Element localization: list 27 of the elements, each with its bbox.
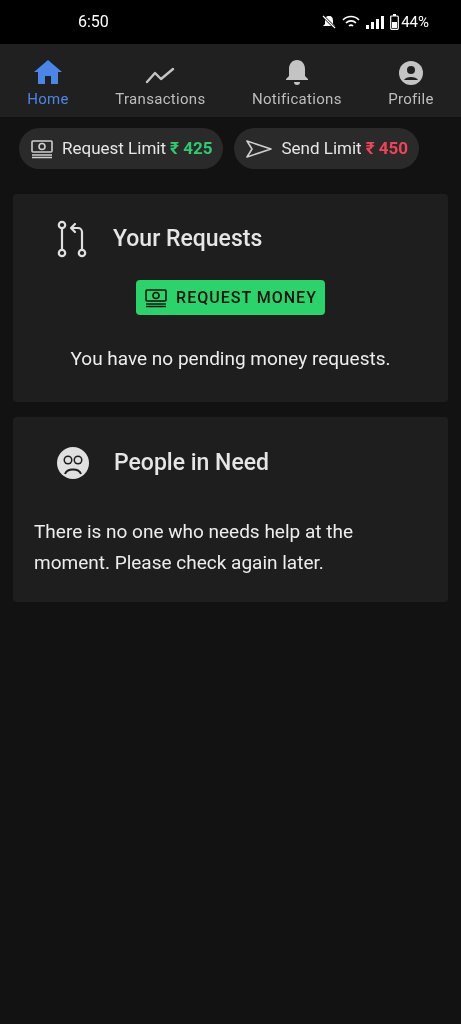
card-title: People in Need: [114, 447, 270, 478]
battery-icon: [390, 14, 400, 30]
status-time: 6:50: [78, 11, 109, 33]
card-title: Your Requests: [113, 223, 263, 254]
bell-icon: [284, 58, 309, 86]
line-chart-icon: [145, 66, 176, 86]
limit-amount: ₹ 425: [170, 136, 213, 160]
profile-icon: [397, 60, 424, 86]
nav-tab[interactable]: Home: [23, 50, 73, 111]
request-money-button[interactable]: REQUEST MONEY: [136, 280, 325, 315]
home-icon: [33, 58, 64, 86]
nav-tab[interactable]: Transactions: [111, 50, 210, 111]
battery-level: 44%: [401, 11, 429, 33]
send-icon: [245, 138, 274, 159]
signal-icon: [366, 15, 385, 29]
empty-message: You have no pending money requests.: [70, 346, 391, 372]
empty-message: There is no one who needs help at the moment. Please check again later.: [33, 519, 354, 576]
wifi-icon: [342, 15, 361, 29]
limit-label: Request Limit: [62, 136, 166, 160]
muted-bell-icon: [322, 15, 337, 29]
money-icon: [144, 287, 169, 308]
pull-request-icon: [57, 220, 89, 258]
money-icon: [30, 138, 54, 159]
nav-tab[interactable]: Notifications: [247, 50, 346, 111]
limit-label: Send Limit: [281, 136, 362, 160]
nav-tab[interactable]: Profile: [384, 50, 438, 111]
limit-amount: ₹ 450: [365, 136, 409, 160]
